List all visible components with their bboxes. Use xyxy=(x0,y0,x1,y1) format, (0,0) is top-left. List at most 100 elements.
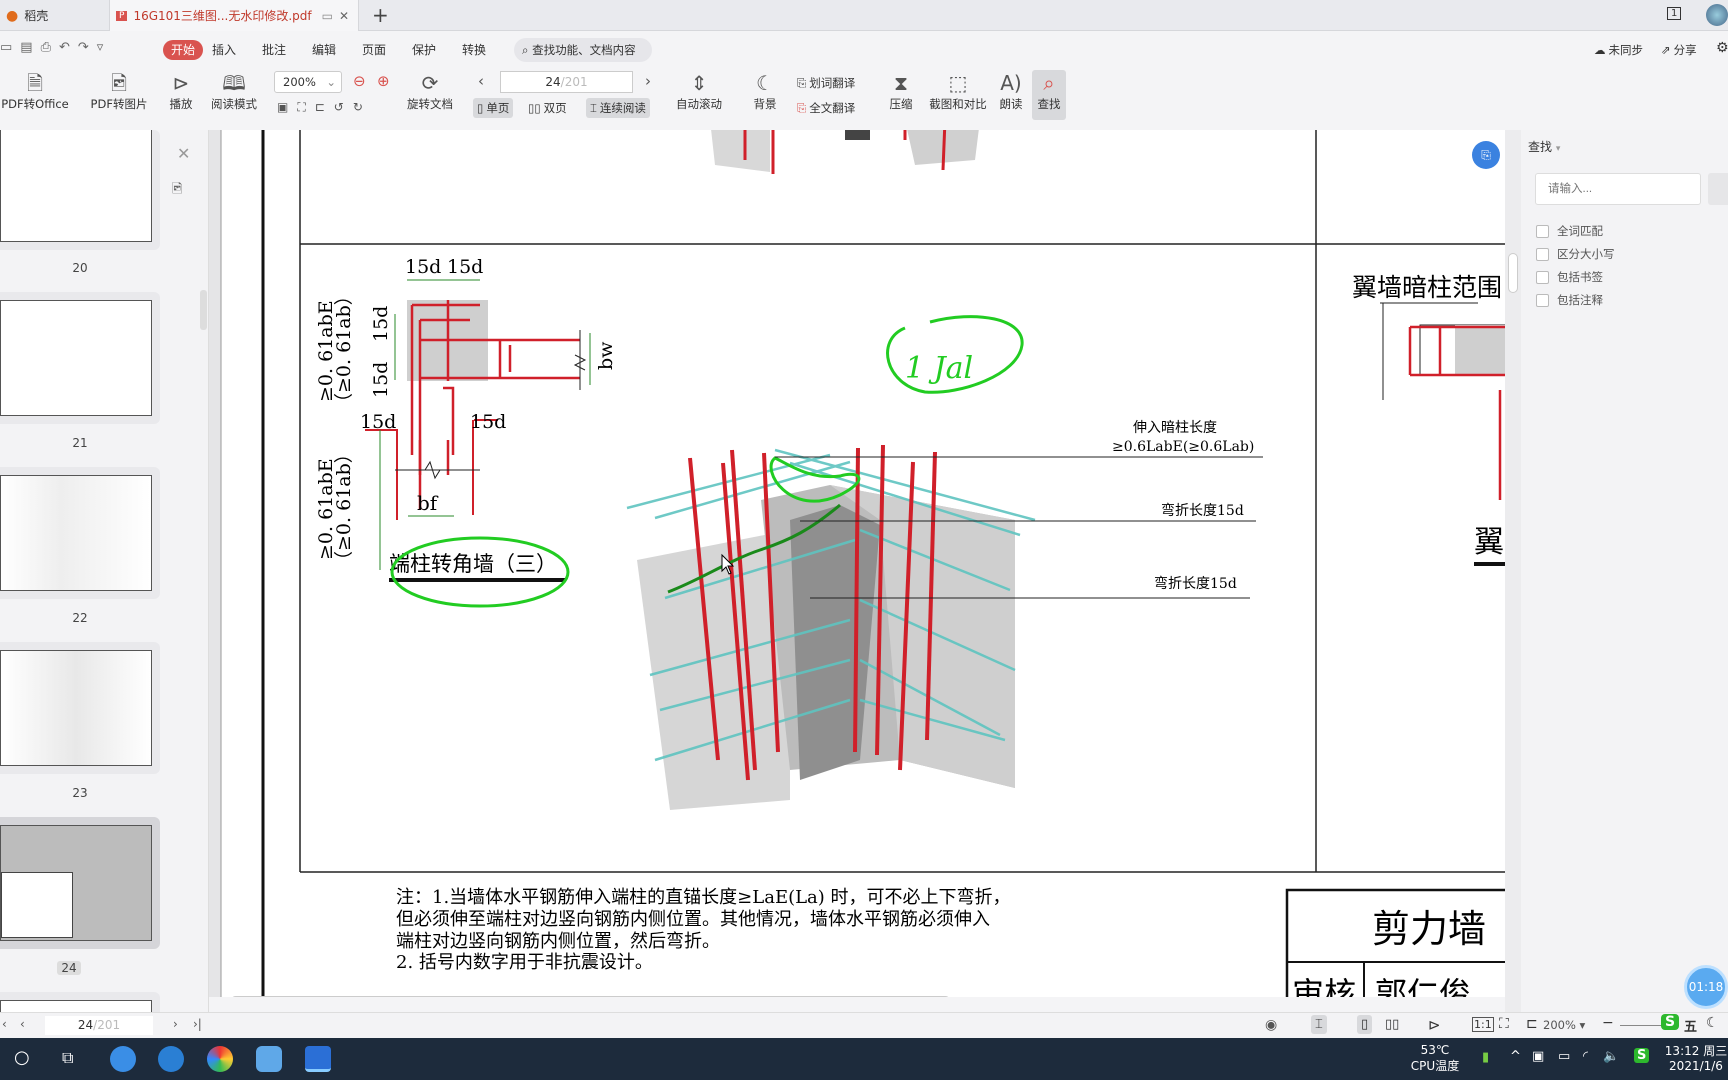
menu-annotate[interactable]: 批注 xyxy=(262,40,286,60)
moon-icon[interactable]: ☾ xyxy=(1706,1015,1719,1031)
double-page-button[interactable]: ▯▯ 双页 xyxy=(528,100,567,116)
prev-page-icon[interactable]: ‹ xyxy=(20,1017,25,1031)
window-count-badge[interactable]: 1 xyxy=(1667,7,1682,20)
sync-status[interactable]: ☁ 未同步 xyxy=(1594,42,1643,58)
thumbnail-page-20[interactable] xyxy=(0,130,160,250)
double-page-icon[interactable]: ▯▯ xyxy=(1385,1017,1399,1032)
sogou-tray-icon[interactable]: S xyxy=(1634,1048,1650,1063)
checkbox[interactable] xyxy=(1536,270,1549,284)
thumbnail-page-22[interactable] xyxy=(0,467,160,599)
play-button[interactable]: ⊳ 播放 xyxy=(163,70,199,112)
tray-chevron-icon[interactable]: ^ xyxy=(1510,1049,1521,1064)
zoom-select[interactable]: 200% ⌄ xyxy=(274,71,342,93)
panel-scrollbar[interactable] xyxy=(200,290,207,330)
horizontal-scrollbar[interactable] xyxy=(231,996,950,997)
sogou-ime-icon[interactable]: S xyxy=(1661,1014,1680,1030)
prev-page-icon[interactable]: ‹ xyxy=(478,72,484,90)
option-match-case[interactable]: 区分大小写 xyxy=(1536,246,1615,262)
last-page-icon[interactable]: ›| xyxy=(193,1017,202,1031)
zoom-in-icon[interactable]: ⊕ xyxy=(377,72,390,90)
app-icon[interactable] xyxy=(256,1046,282,1072)
full-translate-button[interactable]: ⎘ 全文翻译 xyxy=(797,100,855,116)
new-tab-button[interactable]: + xyxy=(372,3,389,27)
checkbox[interactable] xyxy=(1536,247,1549,261)
volume-icon[interactable]: 🔈 xyxy=(1603,1049,1619,1064)
menu-insert[interactable]: 插入 xyxy=(212,40,236,60)
scrollbar-thumb[interactable] xyxy=(1508,253,1518,293)
screenshot-compare-button[interactable]: ⬚ 截图和对比 xyxy=(922,70,994,112)
document-view[interactable]: 15d 15d 15d 15d 15d 15d bw bf ≥0. 61abE … xyxy=(209,130,1505,997)
battery-icon[interactable]: ▭ xyxy=(1558,1049,1570,1064)
word-translate-button[interactable]: ⎘ 划词翻译 xyxy=(797,75,855,91)
vertical-scrollbar[interactable] xyxy=(1505,130,1521,1012)
first-page-icon[interactable]: ‹ xyxy=(2,1017,7,1031)
menu-convert[interactable]: 转换 xyxy=(462,40,486,60)
sogou-browser-icon[interactable] xyxy=(110,1046,136,1072)
settings-icon[interactable]: ⚙ xyxy=(1716,40,1728,56)
search-circle-icon[interactable]: ○ xyxy=(14,1047,30,1068)
pdf-to-office-button[interactable]: 🗎 PDF转Office xyxy=(0,70,70,112)
fit-page-icon[interactable]: ⛶ xyxy=(1499,1016,1509,1032)
menu-edit[interactable]: 编辑 xyxy=(312,40,336,60)
thumbnail-page-23[interactable] xyxy=(0,642,160,774)
single-page-icon[interactable]: ▯ xyxy=(1357,1015,1373,1034)
pin-icon[interactable]: ▭ xyxy=(322,9,333,23)
checkbox[interactable] xyxy=(1536,224,1549,238)
cpu-temp[interactable]: 53℃ CPU温度 xyxy=(1410,1043,1460,1074)
usb-icon[interactable]: ▮ xyxy=(1482,1050,1489,1065)
share-button[interactable]: ⇗ 分享 xyxy=(1661,42,1697,58)
wps-icon[interactable] xyxy=(305,1046,331,1072)
user-avatar[interactable] xyxy=(1706,4,1728,26)
thumbnail-page-24[interactable] xyxy=(0,817,160,949)
thumbnail-page-25[interactable] xyxy=(0,992,160,1012)
auto-scroll-button[interactable]: ⇕ 自动滚动 xyxy=(670,70,728,112)
ie-icon[interactable] xyxy=(158,1046,184,1072)
page-input[interactable]: 24/201 xyxy=(500,71,633,93)
single-page-button[interactable]: ▯ 单页 xyxy=(473,98,514,118)
image-icon[interactable]: 🖻 xyxy=(172,180,182,202)
background-button[interactable]: ☾ 背景 xyxy=(748,70,782,112)
task-view-icon[interactable]: ⧉ xyxy=(62,1048,73,1068)
next-page-icon[interactable]: › xyxy=(173,1017,178,1031)
next-page-icon[interactable]: › xyxy=(645,72,651,90)
checkbox[interactable] xyxy=(1536,293,1549,307)
wifi-icon[interactable]: ◜ xyxy=(1583,1049,1588,1064)
ime-mode[interactable]: 五 xyxy=(1684,1016,1697,1035)
compress-button[interactable]: ⧗ 压缩 xyxy=(884,70,918,112)
chrome-icon[interactable] xyxy=(207,1046,233,1072)
option-include-bookmarks[interactable]: 包括书签 xyxy=(1536,269,1603,285)
find-panel-title[interactable]: 查找 ▾ xyxy=(1528,138,1560,155)
eye-icon[interactable]: ◉ xyxy=(1265,1017,1277,1033)
network-app-icon[interactable]: ▣ xyxy=(1532,1049,1544,1064)
continuous-icon[interactable]: ⌶ xyxy=(1311,1015,1327,1034)
tab-pdf[interactable]: P 16G101三维图...无水印修改.pdf ▭ ✕ xyxy=(109,0,359,31)
bookmark-float-button[interactable]: ⎘ xyxy=(1472,141,1500,169)
thumb-page-input[interactable]: 24/201 xyxy=(45,1016,153,1035)
menu-page[interactable]: 页面 xyxy=(362,40,386,60)
rotate-doc-button[interactable]: ⟳ 旋转文档 xyxy=(404,70,456,112)
zoom-out-icon[interactable]: ⊖ xyxy=(353,72,366,90)
fit-width-icon[interactable]: ⊏ xyxy=(1526,1016,1538,1032)
find-input[interactable] xyxy=(1535,173,1701,205)
thumbnail-page-21[interactable] xyxy=(0,292,160,424)
find-submit-button[interactable] xyxy=(1708,173,1728,205)
close-tab-icon[interactable]: ✕ xyxy=(339,9,349,23)
recording-timer[interactable]: 01:18 xyxy=(1684,965,1728,1009)
menu-protect[interactable]: 保护 xyxy=(412,40,436,60)
continuous-read-button[interactable]: ⌶ 连续阅读 xyxy=(586,98,650,118)
tab-docer[interactable]: ● 稻壳 xyxy=(0,0,105,31)
read-aloud-button[interactable]: A) 朗读 xyxy=(994,70,1028,112)
feature-search[interactable]: ⌕ 查找功能、文档内容 xyxy=(514,38,652,62)
option-whole-word[interactable]: 全词匹配 xyxy=(1536,223,1603,239)
actual-size-icon[interactable]: 1:1 xyxy=(1472,1017,1494,1032)
status-zoom[interactable]: 200% ▾ xyxy=(1543,1018,1585,1032)
quick-access-icons[interactable]: ▭▤⎙↶↷▿ xyxy=(0,40,111,55)
option-include-comments[interactable]: 包括注释 xyxy=(1536,292,1603,308)
close-panel-icon[interactable]: ✕ xyxy=(177,144,190,163)
pdf-to-image-button[interactable]: 🖻 PDF转图片 xyxy=(88,70,150,112)
read-mode-button[interactable]: 🕮 阅读模式 xyxy=(208,70,260,112)
zoom-out-icon[interactable]: − xyxy=(1602,1015,1614,1031)
menu-start[interactable]: 开始 xyxy=(163,40,204,60)
clock[interactable]: 13:12 周三 2021/1/6 xyxy=(1664,1042,1728,1073)
find-button[interactable]: ⌕ 查找 xyxy=(1032,70,1066,120)
